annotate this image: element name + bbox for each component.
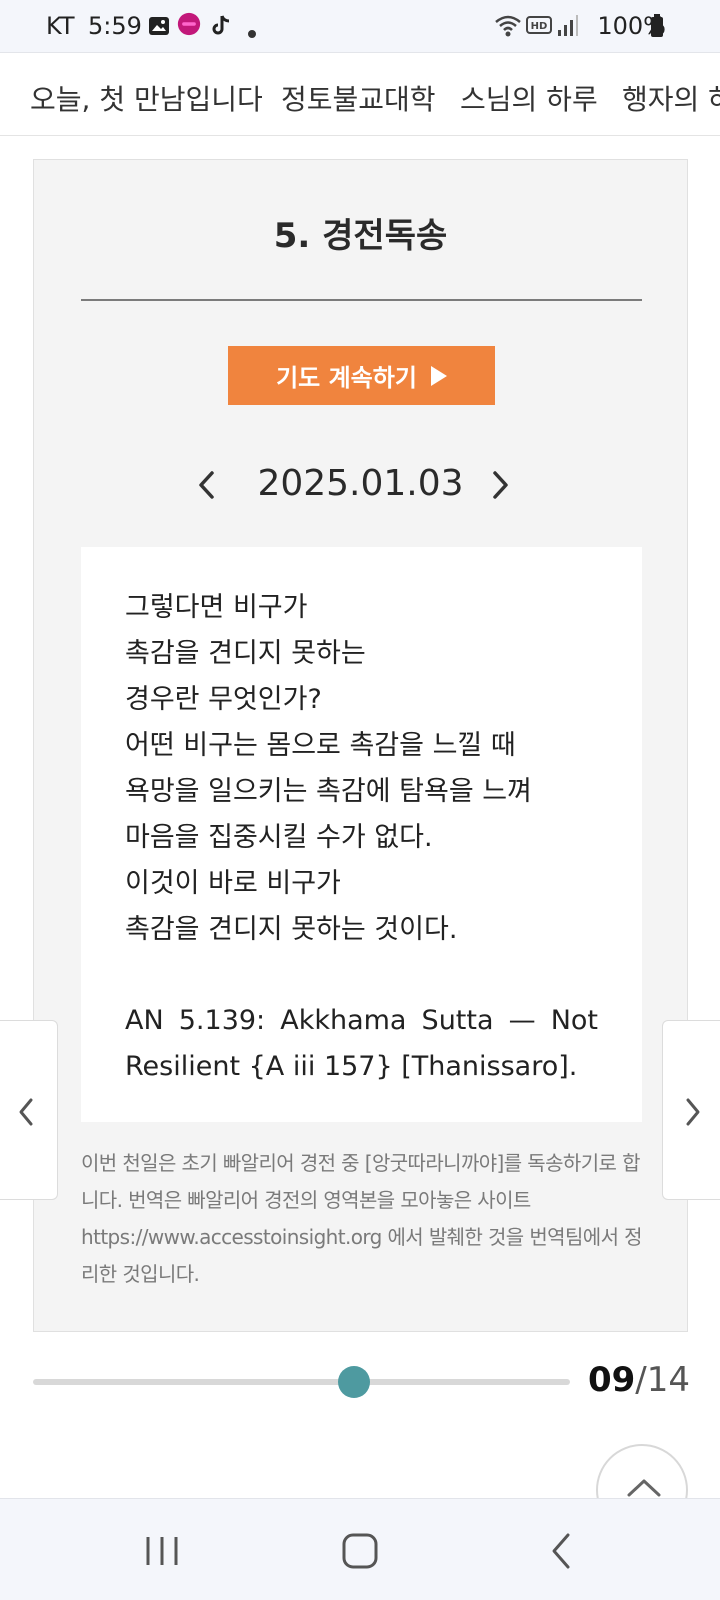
play-icon: [430, 365, 447, 386]
chevron-right-icon: [686, 1098, 700, 1126]
tab-first-meeting[interactable]: 오늘, 첫 만남입니다: [30, 78, 263, 118]
app-badge-icon: [177, 12, 201, 36]
verse-line: 경우란 무엇인가?: [125, 684, 322, 715]
image-icon: [149, 17, 169, 35]
verse-line: 마음을 집중시킬 수가 없다.: [125, 822, 433, 853]
dot-icon: [248, 30, 256, 38]
status-bar: KT 5:59 HD 100%: [0, 0, 720, 53]
tab-sunim-daily[interactable]: 스님의 하루: [460, 78, 598, 118]
category-menu: 오늘, 첫 만남입니다 정토불교대학 스님의 하루 행자의 하: [0, 54, 720, 136]
prev-page-button[interactable]: [0, 1020, 58, 1200]
verse-line: 촉감을 견디지 못하는 것이다.: [125, 914, 458, 945]
title-divider: [81, 299, 642, 301]
card-title: 5. 경전독송: [273, 216, 448, 256]
wifi-icon: [495, 15, 521, 37]
recent-apps-icon[interactable]: [140, 1531, 184, 1571]
current-date: 2025.01.03: [257, 463, 464, 504]
verse-line: 촉감을 견디지 못하는: [125, 638, 366, 669]
tab-buddhist-college[interactable]: 정토불교대학: [281, 78, 436, 118]
tiktok-icon: [212, 15, 230, 35]
tab-practitioner[interactable]: 행자의 하: [622, 78, 720, 118]
verse-line: 어떤 비구는 몸으로 촉감을 느낄 때: [125, 730, 516, 761]
back-icon[interactable]: [540, 1531, 584, 1571]
battery-icon: [651, 14, 663, 37]
page-counter: 09/14: [588, 1360, 690, 1400]
next-date-chevron-icon[interactable]: [485, 467, 515, 503]
page-progress-thumb[interactable]: [337, 1366, 370, 1398]
signal-icon: [558, 15, 578, 36]
continue-prayer-button[interactable]: 기도 계속하기: [228, 346, 495, 405]
hd-voice-icon: HD: [526, 16, 552, 34]
home-icon[interactable]: [338, 1531, 382, 1571]
system-nav-bar: [0, 1498, 720, 1600]
verse-line: 그렇다면 비구가: [125, 592, 308, 623]
current-page: 09: [587, 1360, 636, 1400]
verse-line: 욕망을 일으키는 촉감에 탐욕을 느껴: [125, 776, 532, 807]
sutra-card: 5. 경전독송 기도 계속하기 2025.01.03 그렇다면 비구가 촉감을 …: [33, 159, 688, 1332]
total-pages: 14: [646, 1360, 690, 1400]
chevron-left-icon: [19, 1098, 33, 1126]
carrier-label: KT: [46, 12, 75, 40]
chevron-up-icon: [627, 1479, 661, 1497]
page-progress-track[interactable]: [33, 1379, 570, 1385]
translation-note: 이번 천일은 초기 빠알리어 경전 중 [앙굿따라니까야]를 독송하기로 합니다…: [81, 1151, 643, 1286]
page-separator: /: [635, 1360, 647, 1400]
verse-line: 이것이 바로 비구가: [125, 868, 341, 899]
date-navigator: 2025.01.03: [34, 453, 687, 513]
verse-box: 그렇다면 비구가 촉감을 견디지 못하는 경우란 무엇인가? 어떤 비구는 몸으…: [81, 547, 642, 1122]
sutta-citation: AN 5.139: Akkhama Sutta — Not Resilient …: [125, 1005, 598, 1082]
next-page-button[interactable]: [662, 1020, 720, 1200]
continue-prayer-label: 기도 계속하기: [276, 364, 417, 392]
clock: 5:59: [88, 12, 142, 40]
svg-text:HD: HD: [531, 21, 548, 32]
